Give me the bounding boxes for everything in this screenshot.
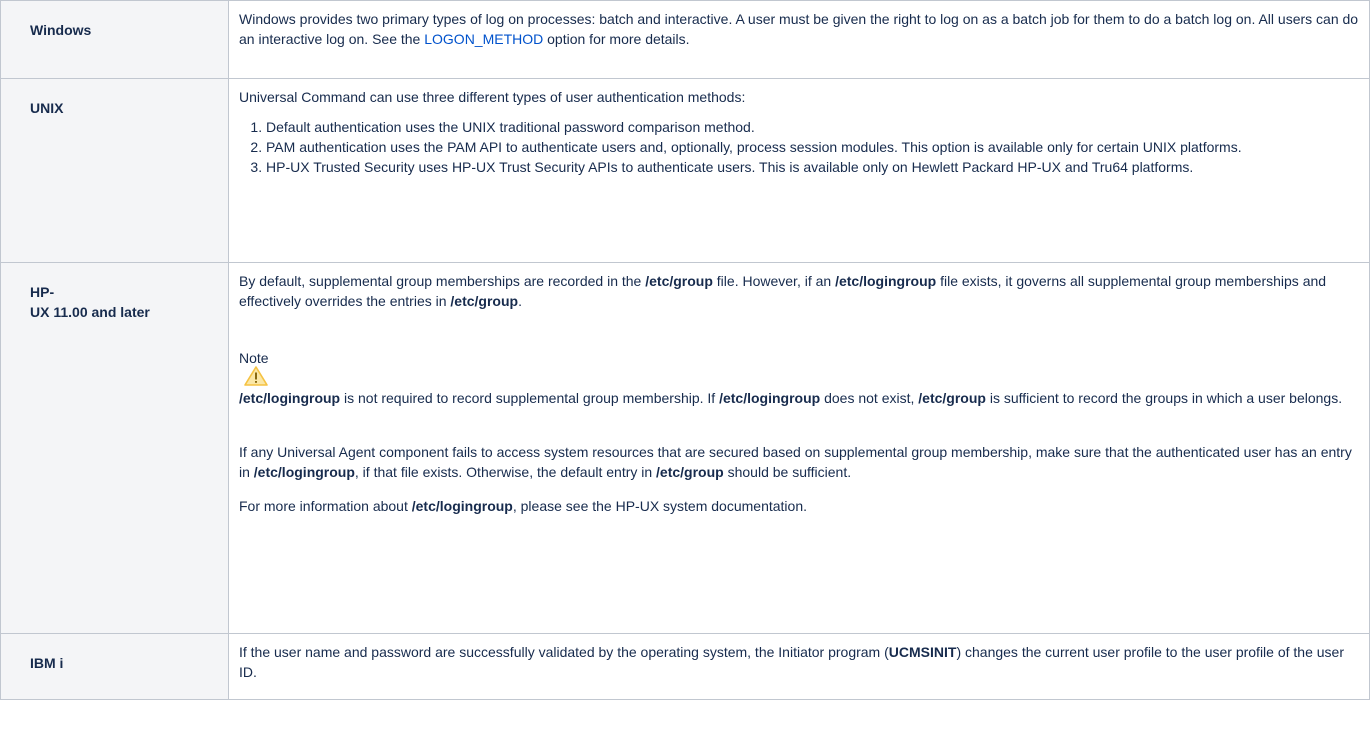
unix-intro: Universal Command can use three differen… (239, 89, 746, 105)
platform-name: UNIX (30, 100, 64, 116)
list-item: PAM authentication uses the PAM API to a… (266, 137, 1359, 157)
hpux-paragraph-3: For more information about /etc/logingro… (239, 498, 808, 514)
platform-name-line2: UX 11.00 and later (30, 304, 150, 320)
platform-name-line1: HP- (30, 284, 55, 300)
auth-methods-list: Default authentication uses the UNIX tra… (239, 117, 1359, 177)
logon-method-link[interactable]: LOGON_METHOD (424, 31, 543, 47)
hpux-paragraph-1: By default, supplemental group membershi… (239, 273, 1327, 309)
platform-name: IBM i (30, 655, 64, 671)
description-cell: Windows provides two primary types of lo… (228, 0, 1370, 79)
table-row-ibmi: IBM i If the user name and password are … (0, 633, 1370, 700)
note-box: Note /etc/logingroup is not required to … (239, 348, 1359, 408)
list-item: HP-UX Trusted Security uses HP-UX Trust … (266, 157, 1359, 177)
table-row-unix: UNIX Universal Command can use three dif… (0, 78, 1370, 263)
description-cell: By default, supplemental group membershi… (228, 262, 1370, 634)
list-item: Default authentication uses the UNIX tra… (266, 117, 1359, 137)
note-body: /etc/logingroup is not required to recor… (239, 390, 1343, 406)
description-cell: If the user name and password are succes… (228, 633, 1370, 700)
platform-cell: Windows (0, 0, 229, 79)
note-title: Note (239, 350, 269, 366)
table-row-hpux: HP- UX 11.00 and later By default, suppl… (0, 262, 1370, 634)
warning-icon (244, 366, 268, 386)
platform-cell: HP- UX 11.00 and later (0, 262, 229, 634)
windows-description: Windows provides two primary types of lo… (239, 11, 1359, 47)
description-cell: Universal Command can use three differen… (228, 78, 1370, 263)
ibmi-description: If the user name and password are succes… (239, 644, 1344, 680)
platform-cell: IBM i (0, 633, 229, 700)
platform-cell: UNIX (0, 78, 229, 263)
table-row-windows: Windows Windows provides two primary typ… (0, 0, 1370, 79)
hpux-paragraph-2: If any Universal Agent component fails t… (239, 444, 1352, 480)
platform-name: Windows (30, 22, 92, 38)
platform-table: Windows Windows provides two primary typ… (0, 0, 1370, 700)
